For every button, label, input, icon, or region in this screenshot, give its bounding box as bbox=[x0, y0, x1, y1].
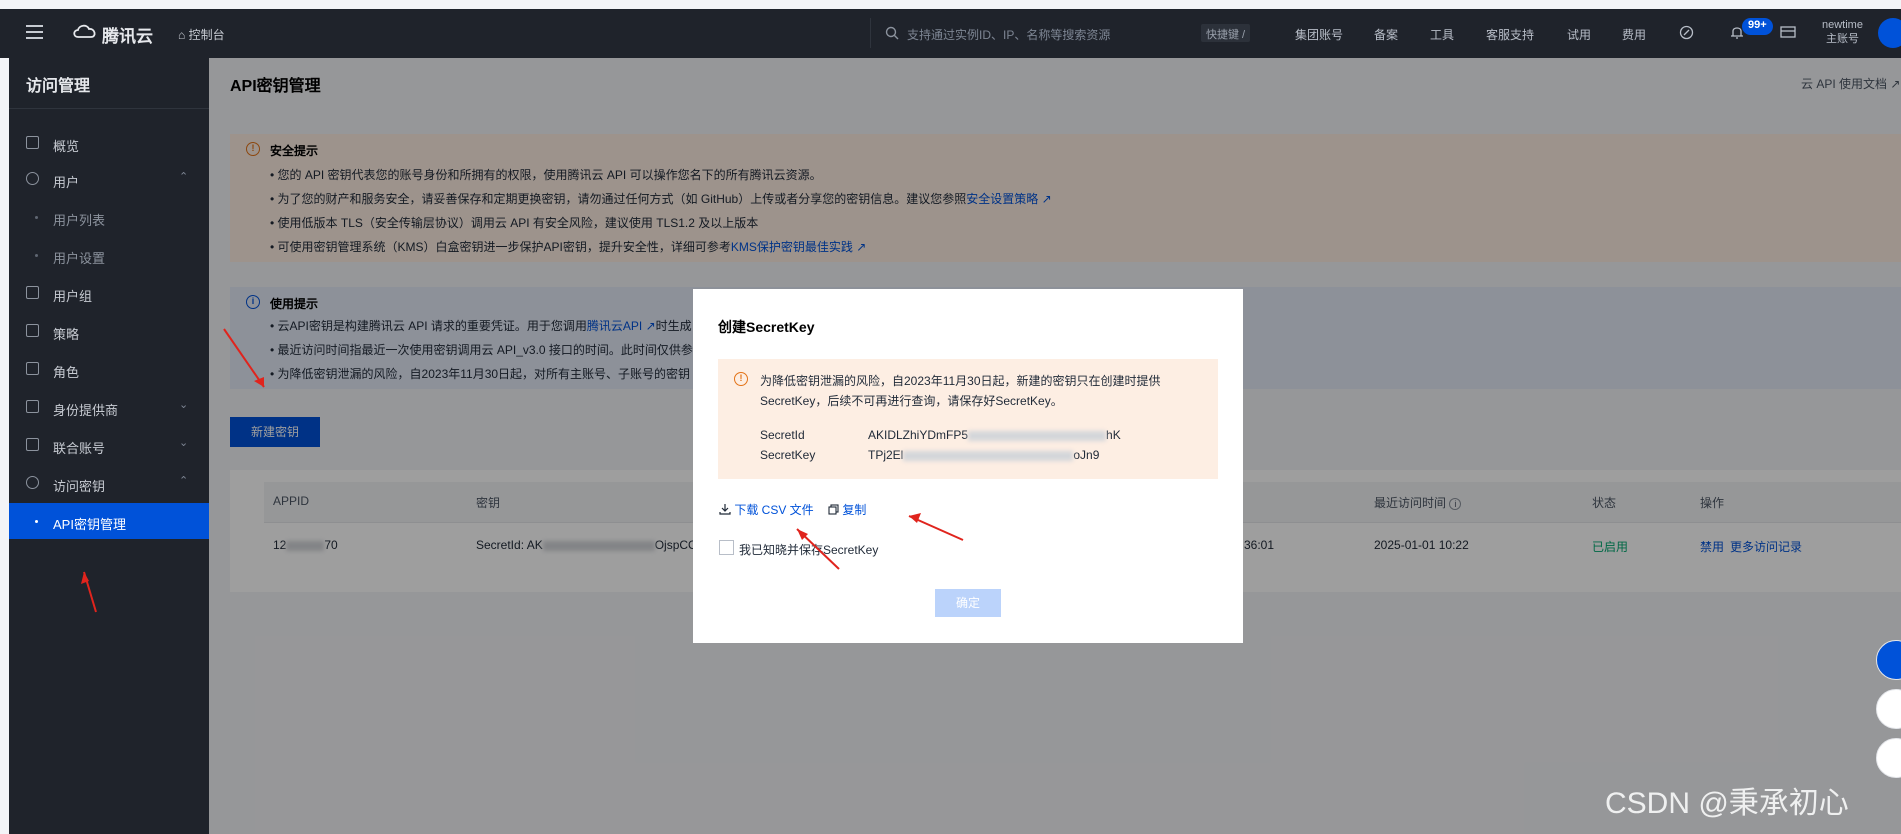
annotation-arrow bbox=[796, 528, 840, 570]
copy-icon bbox=[828, 504, 839, 515]
nav-trial[interactable]: 试用 bbox=[1567, 26, 1591, 43]
secret-key-value-start: TPj2El bbox=[868, 448, 904, 462]
sidebar-item-label: 用户组 bbox=[53, 289, 93, 304]
secret-id-value-end: hK bbox=[1106, 428, 1121, 442]
sidebar-item-policies[interactable]: 策略 bbox=[9, 313, 209, 349]
sidebar-divider bbox=[9, 108, 209, 109]
warning-icon: ! bbox=[734, 372, 748, 386]
nav-icp[interactable]: 备案 bbox=[1374, 26, 1398, 43]
sidebar-item-user-list[interactable]: 用户列表 bbox=[9, 199, 209, 235]
acknowledge-checkbox[interactable] bbox=[719, 540, 734, 555]
federated-icon bbox=[26, 438, 39, 451]
sidebar-item-roles[interactable]: 角色 bbox=[9, 351, 209, 387]
sidebar-item-user-settings[interactable]: 用户设置 bbox=[9, 237, 209, 273]
create-secretkey-dialog: 创建SecretKey ! 为降低密钥泄漏的风险，自2023年11月30日起，新… bbox=[693, 289, 1243, 643]
grid-icon bbox=[26, 136, 39, 149]
secret-key-value[interactable]: TPj2El oJn9 bbox=[868, 448, 1099, 462]
nav-group-account[interactable]: 集团账号 bbox=[1295, 26, 1343, 43]
annotation-arrow bbox=[81, 571, 97, 613]
dialog-title: 创建SecretKey bbox=[718, 319, 815, 335]
brand-name[interactable]: 腾讯云 bbox=[102, 22, 153, 47]
top-navigation-bar: 腾讯云 ⌂ 控制台 支持通过实例ID、IP、名称等搜索资源 快捷键 / 集团账号… bbox=[0, 0, 1901, 58]
user-name: newtime bbox=[1822, 19, 1863, 31]
sidebar-item-label: 角色 bbox=[53, 365, 80, 380]
top-strip bbox=[0, 0, 1901, 9]
sidebar-item-identity-providers[interactable]: 身份提供商 ⌄ bbox=[9, 389, 209, 425]
secret-id-value-start: AKIDLZhiYDmFP5 bbox=[868, 428, 969, 442]
avatar[interactable] bbox=[1878, 18, 1901, 48]
policy-icon bbox=[26, 324, 39, 337]
search-icon bbox=[885, 26, 899, 40]
sidebar-item-access-keys[interactable]: 访问密钥 ⌃ bbox=[9, 465, 209, 501]
bullet-icon bbox=[35, 520, 38, 523]
dialog-warning-text: 为降低密钥泄漏的风险，自2023年11月30日起，新建的密钥只在创建时提供Sec… bbox=[760, 374, 1161, 408]
sidebar-item-label: 概览 bbox=[53, 139, 80, 154]
sidebar-item-federated-accounts[interactable]: 联合账号 ⌄ bbox=[9, 427, 209, 463]
sidebar-item-label: 用户 bbox=[53, 175, 80, 190]
console-link[interactable]: ⌂ 控制台 bbox=[178, 26, 225, 43]
download-csv-button[interactable]: 下载 CSV 文件 bbox=[719, 501, 814, 518]
menu-icon[interactable] bbox=[26, 25, 43, 39]
users-icon bbox=[26, 286, 39, 299]
home-icon: ⌂ bbox=[178, 28, 186, 42]
dialog-warning: ! 为降低密钥泄漏的风险，自2023年11月30日起，新建的密钥只在创建时提供S… bbox=[718, 359, 1218, 479]
sidebar-item-label: API密钥管理 bbox=[53, 517, 126, 532]
tencent-cloud-logo-icon[interactable] bbox=[72, 23, 98, 39]
chevron-down-icon: ⌄ bbox=[179, 399, 189, 411]
secret-key-label: SecretKey bbox=[760, 448, 816, 462]
search-input[interactable]: 支持通过实例ID、IP、名称等搜索资源 bbox=[907, 26, 1110, 43]
sidebar-item-user-groups[interactable]: 用户组 bbox=[9, 275, 209, 311]
key-icon bbox=[26, 476, 39, 489]
secret-id-label: SecretId bbox=[760, 428, 805, 442]
secret-key-row: SecretKey TPj2El oJn9 bbox=[760, 448, 1099, 462]
nav-tools[interactable]: 工具 bbox=[1430, 26, 1454, 43]
download-csv-label: 下载 CSV 文件 bbox=[734, 503, 814, 517]
sidebar-item-label: 策略 bbox=[53, 327, 80, 342]
user-menu[interactable]: newtime 主账号 bbox=[1822, 18, 1863, 46]
role-icon bbox=[26, 362, 39, 375]
console-label: 控制台 bbox=[188, 28, 225, 42]
wallet-icon[interactable] bbox=[1780, 25, 1796, 39]
chevron-up-icon: ⌃ bbox=[179, 475, 189, 487]
copy-button[interactable]: 复制 bbox=[828, 501, 866, 518]
sidebar-item-label: 用户列表 bbox=[53, 213, 106, 228]
notification-badge: 99+ bbox=[1742, 18, 1773, 35]
idp-icon bbox=[26, 400, 39, 413]
sidebar-item-label: 用户设置 bbox=[53, 251, 106, 266]
annotation-arrow bbox=[223, 328, 265, 388]
compass-icon[interactable] bbox=[1679, 25, 1694, 40]
redacted-blur bbox=[968, 430, 1107, 441]
confirm-button[interactable]: 确定 bbox=[935, 589, 1001, 617]
sidebar: 访问管理 概览 用户 ⌃ 用户列表 用户设置 用户组 策略 角色 身份提供商 ⌄… bbox=[9, 58, 209, 834]
secret-id-row: SecretId AKIDLZhiYDmFP5 hK bbox=[760, 428, 1121, 442]
sidebar-item-users[interactable]: 用户 ⌃ bbox=[9, 161, 209, 197]
secret-key-value-end: oJn9 bbox=[1073, 448, 1100, 462]
user-icon bbox=[26, 172, 39, 185]
nav-billing[interactable]: 费用 bbox=[1622, 26, 1646, 43]
sidebar-title: 访问管理 bbox=[26, 78, 91, 95]
sidebar-item-label: 访问密钥 bbox=[53, 479, 106, 494]
shortcut-hint: 快捷键 / bbox=[1201, 24, 1251, 42]
sidebar-item-label: 身份提供商 bbox=[53, 403, 119, 418]
user-role: 主账号 bbox=[1825, 33, 1859, 45]
chevron-up-icon: ⌃ bbox=[179, 171, 189, 183]
bullet-icon bbox=[35, 216, 38, 219]
sidebar-item-label: 联合账号 bbox=[53, 441, 106, 456]
annotation-arrow bbox=[908, 513, 964, 541]
sidebar-item-overview[interactable]: 概览 bbox=[9, 125, 209, 161]
redacted-blur bbox=[903, 450, 1074, 461]
global-search[interactable]: 支持通过实例ID、IP、名称等搜索资源 快捷键 / bbox=[870, 18, 1252, 48]
chevron-down-icon: ⌄ bbox=[179, 437, 189, 449]
sidebar-item-api-key-management[interactable]: API密钥管理 bbox=[9, 503, 209, 539]
nav-support[interactable]: 客服支持 bbox=[1486, 26, 1534, 43]
bullet-icon bbox=[35, 254, 38, 257]
download-icon bbox=[719, 504, 731, 515]
secret-id-value[interactable]: AKIDLZhiYDmFP5 hK bbox=[868, 428, 1121, 442]
copy-label: 复制 bbox=[842, 503, 867, 517]
watermark: CSDN @秉承初心 bbox=[1605, 787, 1849, 820]
